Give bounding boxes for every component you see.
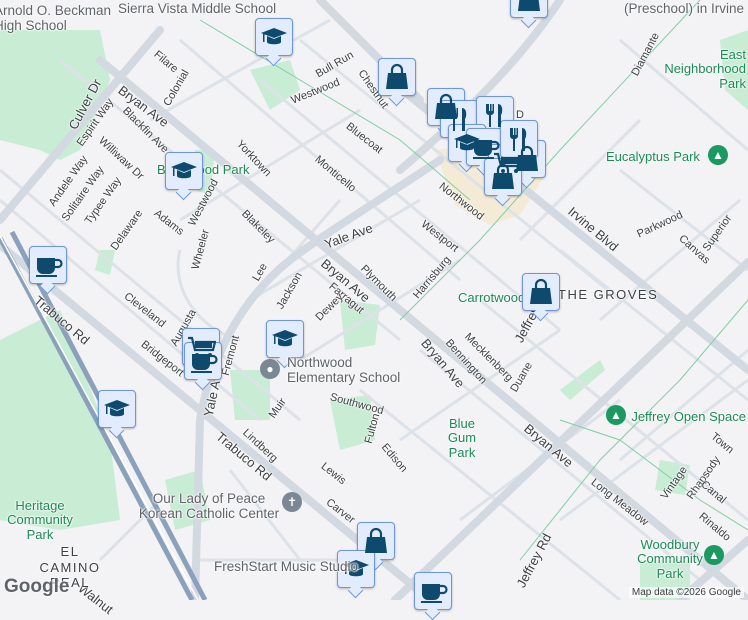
coffee-cup-icon: [418, 576, 448, 606]
park-tree-icon[interactable]: ▲: [704, 545, 724, 565]
shopping-bag-icon: [488, 162, 518, 192]
shopping-bag-icon: [526, 277, 556, 307]
cafe-marker[interactable]: [414, 572, 452, 610]
restaurant-marker[interactable]: [500, 120, 538, 158]
shopping-bag-icon: [361, 526, 391, 556]
school-marker[interactable]: [266, 320, 304, 358]
school-marker[interactable]: [98, 390, 136, 428]
park-tree-icon[interactable]: ▲: [708, 145, 728, 165]
poi-label: FreshStart Music Studio: [214, 559, 359, 574]
church-cross-icon[interactable]: ✝: [282, 492, 302, 512]
area-label: THE GROVES: [558, 287, 659, 302]
poi-label: Northwood Elementary School: [287, 355, 401, 385]
graduation-cap-icon: [169, 156, 199, 186]
cafe-marker[interactable]: [29, 246, 67, 284]
poi-label: Arnold O. Beckman High School: [0, 3, 112, 33]
school-marker[interactable]: [255, 18, 293, 56]
park-label: Blue Gum Park: [447, 416, 477, 460]
shopping-bag-icon: [382, 62, 412, 92]
poi-label: (Preschool) in Irvine: [623, 1, 744, 16]
park-label: Eucalyptus Park: [606, 149, 700, 164]
park-label: Woodbury Community Park: [637, 537, 703, 581]
coffee-cup-icon: [33, 250, 63, 280]
school-marker[interactable]: [165, 152, 203, 190]
shopping-marker[interactable]: [510, 0, 548, 18]
park-label: East Neighborhood Park: [664, 47, 746, 91]
shopping-marker[interactable]: [378, 58, 416, 96]
shopping-marker[interactable]: [484, 158, 522, 196]
poi-label: Sierra Vista Middle School: [118, 1, 277, 16]
graduation-cap-icon: [259, 22, 289, 52]
park-label: Jeffrey Open Space: [631, 409, 746, 424]
google-logo[interactable]: Google: [4, 576, 69, 598]
park-label: Heritage Community Park: [7, 498, 73, 542]
school-pin-icon[interactable]: ●: [260, 359, 280, 379]
poi-label: Our Lady of Peace Korean Catholic Center: [138, 491, 280, 521]
cafe-marker[interactable]: [184, 342, 222, 380]
map-attribution[interactable]: Map data ©2026 Google: [628, 587, 744, 598]
graduation-cap-icon: [102, 394, 132, 424]
coffee-cup-icon: [188, 346, 218, 376]
fork-knife-icon: [504, 124, 534, 154]
shopping-bag-icon: [514, 0, 544, 14]
graduation-cap-icon: [270, 324, 300, 354]
park-tree-icon[interactable]: ▲: [606, 405, 626, 425]
shopping-marker[interactable]: [522, 273, 560, 311]
